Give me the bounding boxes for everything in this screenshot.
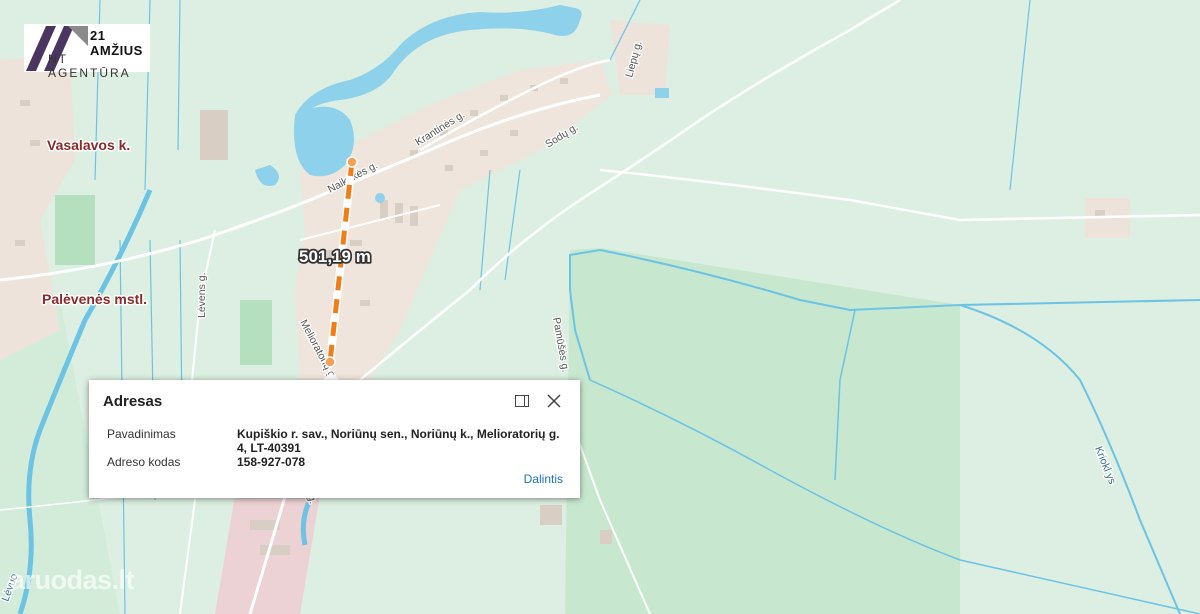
field-label-code: Adreso kodas bbox=[107, 455, 181, 469]
field-area bbox=[565, 248, 960, 614]
place-label-palevenes: Palėvenės mstl. bbox=[42, 291, 147, 307]
field-value-code: 158-927-078 bbox=[237, 455, 306, 469]
park-area bbox=[55, 195, 95, 265]
share-link[interactable]: Dalintis bbox=[524, 472, 563, 486]
logo-subtitle: NT AGENTŪRA bbox=[48, 52, 131, 80]
measure-start-point[interactable] bbox=[346, 156, 358, 168]
pond bbox=[655, 88, 669, 98]
pond bbox=[375, 193, 385, 203]
street-label: Lėvens g. bbox=[196, 272, 208, 318]
measure-distance-label: 501,19 m bbox=[299, 247, 371, 266]
field-value-name: Kupiškio r. sav., Noriūnų sen., Noriūnų … bbox=[237, 427, 560, 455]
measure-end-point[interactable] bbox=[324, 356, 336, 368]
agency-logo: 21 AMŽIUS NT AGENTŪRA bbox=[24, 24, 150, 80]
park-area bbox=[240, 300, 272, 365]
watermark: aruodas.lt bbox=[10, 565, 135, 595]
field-label-name: Pavadinimas bbox=[107, 427, 176, 441]
map-canvas[interactable]: Vasalavos k. Palėvenės mstl. Naikūkės g.… bbox=[0, 0, 1200, 614]
popup-pointer bbox=[323, 372, 339, 380]
address-popup: Adresas Pavadinimas Kupiškio r. sav., No… bbox=[89, 380, 580, 498]
close-icon[interactable] bbox=[547, 394, 561, 408]
maximize-icon[interactable] bbox=[515, 395, 529, 407]
popup-title: Adresas bbox=[103, 393, 163, 410]
place-label-vasalavos: Vasalavos k. bbox=[47, 137, 130, 153]
